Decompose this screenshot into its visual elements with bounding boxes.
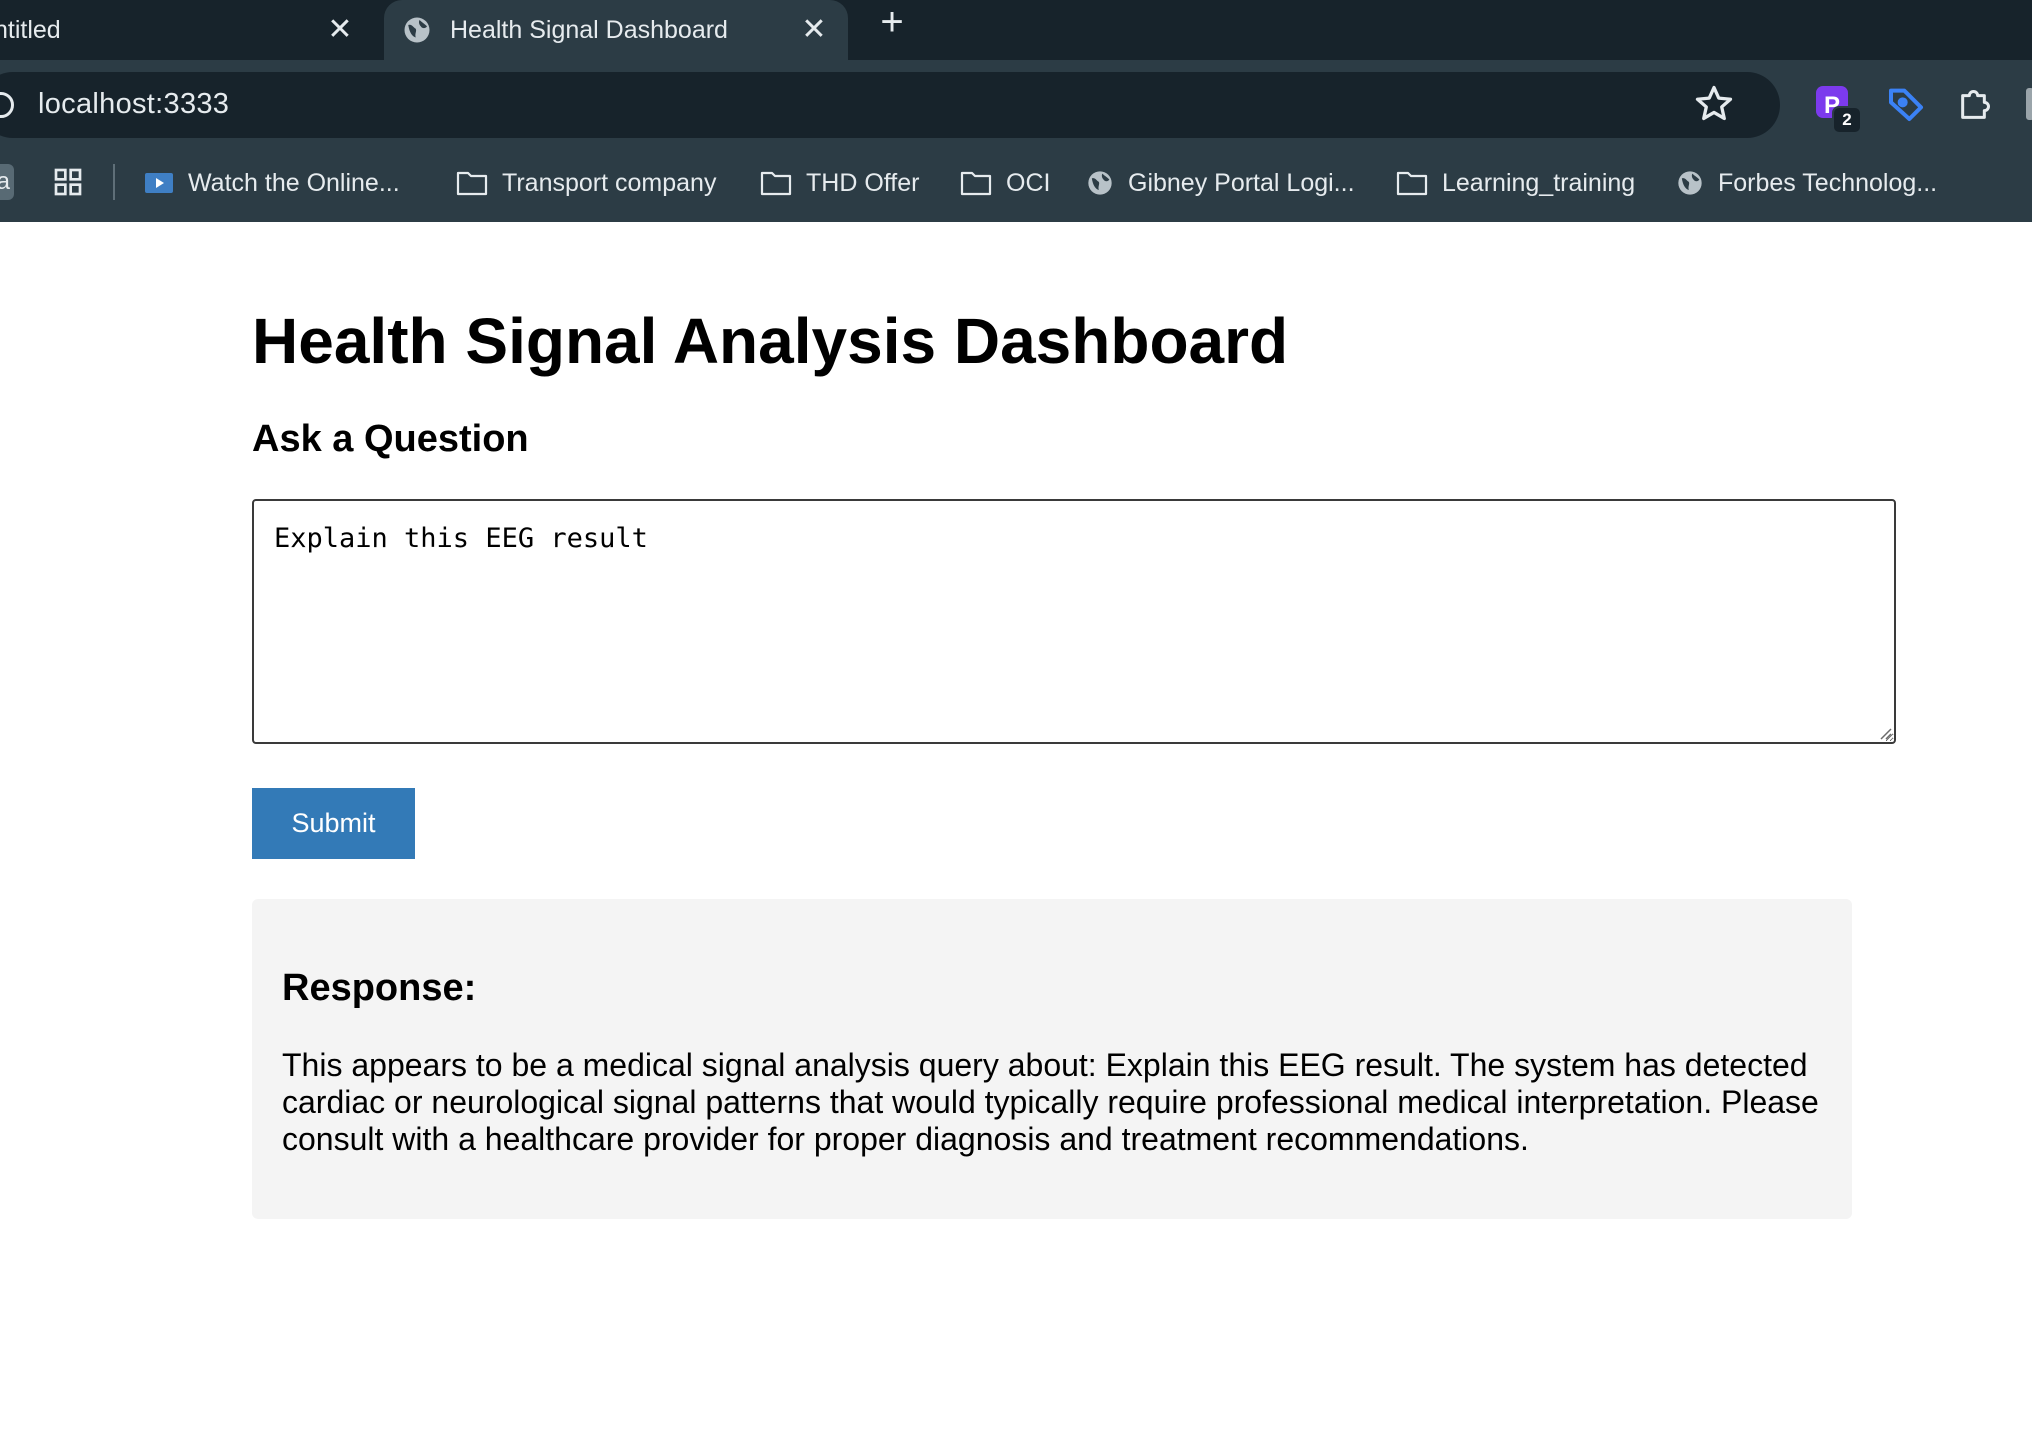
tab-health-signal-dashboard[interactable]: Health Signal Dashboard ✕ bbox=[384, 0, 848, 60]
site-info-icon[interactable] bbox=[0, 92, 14, 118]
bookmarks-bar: a Watch the Online... Transport company … bbox=[0, 146, 2032, 222]
bookmark-watch-online[interactable]: Watch the Online... bbox=[144, 164, 400, 202]
address-bar[interactable]: localhost:3333 bbox=[0, 72, 1780, 138]
bookmark-label: Gibney Portal Logi... bbox=[1128, 168, 1355, 197]
bookmark-label: Forbes Technolog... bbox=[1718, 168, 1938, 197]
extension-badge: 2 bbox=[1832, 106, 1862, 134]
profile-avatar-edge[interactable] bbox=[2026, 88, 2032, 120]
folder-icon bbox=[760, 171, 792, 196]
bookmark-oci[interactable]: OCI bbox=[960, 164, 1050, 202]
submit-button[interactable]: Submit bbox=[252, 788, 415, 859]
bookmark-forbes-technology[interactable]: Forbes Technolog... bbox=[1676, 164, 1937, 202]
puzzle-extensions-icon[interactable] bbox=[1956, 84, 1996, 124]
bookmark-label: Transport company bbox=[502, 168, 717, 197]
bookmark-star-icon[interactable] bbox=[1692, 82, 1736, 126]
resize-grip-icon[interactable] bbox=[1876, 724, 1892, 740]
response-panel: Response: This appears to be a medical s… bbox=[252, 899, 1852, 1219]
tab-untitled[interactable]: ntitled ✕ bbox=[0, 0, 370, 60]
close-tab-icon[interactable]: ✕ bbox=[798, 14, 830, 46]
bookmark-transport-company[interactable]: Transport company bbox=[456, 164, 716, 202]
response-heading: Response: bbox=[282, 967, 477, 1009]
globe-icon bbox=[1678, 171, 1702, 195]
response-text: This appears to be a medical signal anal… bbox=[282, 1047, 1819, 1157]
bookmark-label: THD Offer bbox=[806, 168, 920, 197]
bookmark-stub[interactable]: a bbox=[0, 164, 14, 200]
blue-tag-extension-icon[interactable] bbox=[1886, 84, 1926, 124]
bookmark-label: OCI bbox=[1006, 168, 1051, 197]
close-tab-icon[interactable]: ✕ bbox=[324, 14, 356, 46]
browser-toolbar: localhost:3333 P 2 bbox=[0, 60, 2032, 146]
bookmark-label: Learning_training bbox=[1442, 168, 1636, 197]
new-tab-button[interactable]: + bbox=[872, 2, 912, 42]
tab-strip: ntitled ✕ Health Signal Dashboard ✕ + bbox=[0, 0, 2032, 60]
bookmark-label: Watch the Online... bbox=[188, 168, 400, 197]
apps-grid-icon[interactable] bbox=[52, 166, 84, 198]
bookmark-gibney-portal[interactable]: Gibney Portal Logi... bbox=[1086, 164, 1355, 202]
ask-question-heading: Ask a Question bbox=[252, 418, 529, 460]
globe-icon bbox=[404, 17, 430, 43]
tab-title: Health Signal Dashboard bbox=[450, 15, 728, 44]
url-text[interactable]: localhost:3333 bbox=[38, 88, 229, 121]
bookmark-thd-offer[interactable]: THD Offer bbox=[760, 164, 919, 202]
video-icon bbox=[145, 173, 173, 193]
bookmark-learning-training[interactable]: Learning_training bbox=[1396, 164, 1635, 202]
page-title: Health Signal Analysis Dashboard bbox=[252, 305, 1289, 377]
folder-icon bbox=[456, 171, 488, 196]
bookmarks-divider bbox=[113, 164, 115, 200]
tab-title: ntitled bbox=[0, 15, 61, 44]
globe-icon bbox=[1088, 171, 1112, 195]
folder-icon bbox=[1396, 171, 1428, 196]
folder-icon bbox=[960, 171, 992, 196]
question-textarea[interactable]: Explain this EEG result bbox=[252, 499, 1896, 744]
